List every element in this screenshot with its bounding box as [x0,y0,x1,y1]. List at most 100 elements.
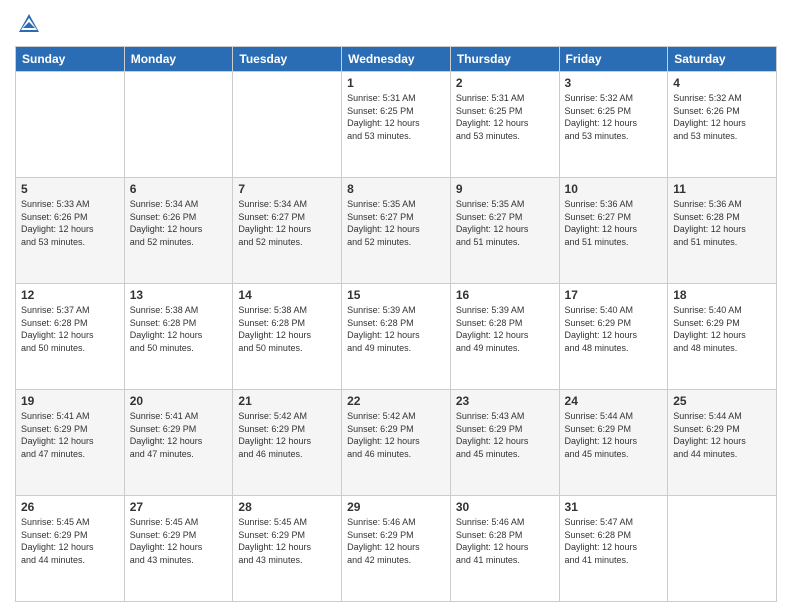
day-number: 19 [21,394,119,408]
calendar-week-row: 19 Sunrise: 5:41 AM Sunset: 6:29 PM Dayli… [16,390,777,496]
day-info: Sunrise: 5:44 AM Sunset: 6:29 PM Dayligh… [565,410,663,460]
day-info: Sunrise: 5:41 AM Sunset: 6:29 PM Dayligh… [21,410,119,460]
day-number: 21 [238,394,336,408]
day-number: 5 [21,182,119,196]
header [15,10,777,38]
day-number: 18 [673,288,771,302]
calendar-cell: 14 Sunrise: 5:38 AM Sunset: 6:28 PM Dayli… [233,284,342,390]
calendar-cell: 10 Sunrise: 5:36 AM Sunset: 6:27 PM Dayli… [559,178,668,284]
calendar-week-row: 12 Sunrise: 5:37 AM Sunset: 6:28 PM Dayli… [16,284,777,390]
day-number: 29 [347,500,445,514]
day-number: 17 [565,288,663,302]
calendar-cell: 24 Sunrise: 5:44 AM Sunset: 6:29 PM Dayli… [559,390,668,496]
day-info: Sunrise: 5:41 AM Sunset: 6:29 PM Dayligh… [130,410,228,460]
day-number: 24 [565,394,663,408]
calendar-cell: 18Sunrise: 5:40 AM Sunset: 6:29 PM Dayli… [668,284,777,390]
day-info: Sunrise: 5:46 AM Sunset: 6:28 PM Dayligh… [456,516,554,566]
day-number: 13 [130,288,228,302]
day-info: Sunrise: 5:33 AM Sunset: 6:26 PM Dayligh… [21,198,119,248]
calendar-cell: 13 Sunrise: 5:38 AM Sunset: 6:28 PM Dayli… [124,284,233,390]
day-info: Sunrise: 5:46 AM Sunset: 6:29 PM Dayligh… [347,516,445,566]
day-number: 4 [673,76,771,90]
day-info: Sunrise: 5:31 AM Sunset: 6:25 PM Dayligh… [456,92,554,142]
day-number: 16 [456,288,554,302]
day-info: Sunrise: 5:39 AM Sunset: 6:28 PM Dayligh… [456,304,554,354]
calendar-cell [124,72,233,178]
day-number: 7 [238,182,336,196]
day-info: Sunrise: 5:36 AM Sunset: 6:27 PM Dayligh… [565,198,663,248]
day-number: 23 [456,394,554,408]
day-number: 27 [130,500,228,514]
calendar-cell: 20Sunrise: 5:41 AM Sunset: 6:29 PM Dayli… [124,390,233,496]
day-info: Sunrise: 5:38 AM Sunset: 6:28 PM Dayligh… [238,304,336,354]
calendar-cell: 4 Sunrise: 5:32 AM Sunset: 6:26 PM Daylig… [668,72,777,178]
calendar-cell: 8 Sunrise: 5:35 AM Sunset: 6:27 PM Daylig… [342,178,451,284]
calendar-cell: 23 Sunrise: 5:43 AM Sunset: 6:29 PM Dayli… [450,390,559,496]
day-number: 30 [456,500,554,514]
calendar-cell: 5 Sunrise: 5:33 AM Sunset: 6:26 PM Daylig… [16,178,125,284]
calendar-cell [668,496,777,602]
day-number: 14 [238,288,336,302]
calendar-cell: 9 Sunrise: 5:35 AM Sunset: 6:27 PM Daylig… [450,178,559,284]
day-number: 12 [21,288,119,302]
day-number: 11 [673,182,771,196]
day-number: 22 [347,394,445,408]
day-info: Sunrise: 5:42 AM Sunset: 6:29 PM Dayligh… [347,410,445,460]
day-number: 25 [673,394,771,408]
calendar-cell: 22 Sunrise: 5:42 AM Sunset: 6:29 PM Dayli… [342,390,451,496]
day-info: Sunrise: 5:32 AM Sunset: 6:26 PM Dayligh… [673,92,771,142]
day-info: Sunrise: 5:32 AM Sunset: 6:25 PM Dayligh… [565,92,663,142]
calendar-cell: 6Sunrise: 5:34 AM Sunset: 6:26 PM Daylig… [124,178,233,284]
day-number: 9 [456,182,554,196]
calendar-header-tuesday: Tuesday [233,47,342,72]
day-number: 26 [21,500,119,514]
day-info: Sunrise: 5:45 AM Sunset: 6:29 PM Dayligh… [130,516,228,566]
day-info: Sunrise: 5:35 AM Sunset: 6:27 PM Dayligh… [456,198,554,248]
page: SundayMondayTuesdayWednesdayThursdayFrid… [0,0,792,612]
calendar-cell: 26 Sunrise: 5:45 AM Sunset: 6:29 PM Dayli… [16,496,125,602]
calendar-header-sunday: Sunday [16,47,125,72]
calendar-table: SundayMondayTuesdayWednesdayThursdayFrid… [15,46,777,602]
calendar-cell: 31Sunrise: 5:47 AM Sunset: 6:28 PM Dayli… [559,496,668,602]
calendar-cell: 12 Sunrise: 5:37 AM Sunset: 6:28 PM Dayli… [16,284,125,390]
calendar-cell: 19 Sunrise: 5:41 AM Sunset: 6:29 PM Dayli… [16,390,125,496]
calendar-cell: 27 Sunrise: 5:45 AM Sunset: 6:29 PM Dayli… [124,496,233,602]
day-number: 8 [347,182,445,196]
day-info: Sunrise: 5:34 AM Sunset: 6:27 PM Dayligh… [238,198,336,248]
day-number: 3 [565,76,663,90]
calendar-cell: 25 Sunrise: 5:44 AM Sunset: 6:29 PM Dayli… [668,390,777,496]
calendar-cell: 30 Sunrise: 5:46 AM Sunset: 6:28 PM Dayli… [450,496,559,602]
day-info: Sunrise: 5:40 AM Sunset: 6:29 PM Dayligh… [565,304,663,354]
day-info: Sunrise: 5:36 AM Sunset: 6:28 PM Dayligh… [673,198,771,248]
calendar-week-row: 5 Sunrise: 5:33 AM Sunset: 6:26 PM Daylig… [16,178,777,284]
calendar-header-thursday: Thursday [450,47,559,72]
calendar-week-row: 26 Sunrise: 5:45 AM Sunset: 6:29 PM Dayli… [16,496,777,602]
calendar-cell: 1Sunrise: 5:31 AM Sunset: 6:25 PM Daylig… [342,72,451,178]
day-info: Sunrise: 5:35 AM Sunset: 6:27 PM Dayligh… [347,198,445,248]
calendar-cell: 21 Sunrise: 5:42 AM Sunset: 6:29 PM Dayli… [233,390,342,496]
day-number: 28 [238,500,336,514]
day-info: Sunrise: 5:45 AM Sunset: 6:29 PM Dayligh… [238,516,336,566]
day-number: 2 [456,76,554,90]
day-info: Sunrise: 5:37 AM Sunset: 6:28 PM Dayligh… [21,304,119,354]
calendar-cell: 3 Sunrise: 5:32 AM Sunset: 6:25 PM Daylig… [559,72,668,178]
day-number: 31 [565,500,663,514]
calendar-cell [233,72,342,178]
day-info: Sunrise: 5:42 AM Sunset: 6:29 PM Dayligh… [238,410,336,460]
calendar-cell: 15 Sunrise: 5:39 AM Sunset: 6:28 PM Dayli… [342,284,451,390]
day-info: Sunrise: 5:45 AM Sunset: 6:29 PM Dayligh… [21,516,119,566]
day-number: 10 [565,182,663,196]
day-number: 15 [347,288,445,302]
day-info: Sunrise: 5:39 AM Sunset: 6:28 PM Dayligh… [347,304,445,354]
day-info: Sunrise: 5:38 AM Sunset: 6:28 PM Dayligh… [130,304,228,354]
calendar-header-saturday: Saturday [668,47,777,72]
calendar-header-wednesday: Wednesday [342,47,451,72]
logo-icon [15,10,43,38]
calendar-cell: 28 Sunrise: 5:45 AM Sunset: 6:29 PM Dayli… [233,496,342,602]
calendar-header-row: SundayMondayTuesdayWednesdayThursdayFrid… [16,47,777,72]
calendar-cell: 29 Sunrise: 5:46 AM Sunset: 6:29 PM Dayli… [342,496,451,602]
calendar-header-friday: Friday [559,47,668,72]
calendar-week-row: 1Sunrise: 5:31 AM Sunset: 6:25 PM Daylig… [16,72,777,178]
day-info: Sunrise: 5:43 AM Sunset: 6:29 PM Dayligh… [456,410,554,460]
day-info: Sunrise: 5:44 AM Sunset: 6:29 PM Dayligh… [673,410,771,460]
